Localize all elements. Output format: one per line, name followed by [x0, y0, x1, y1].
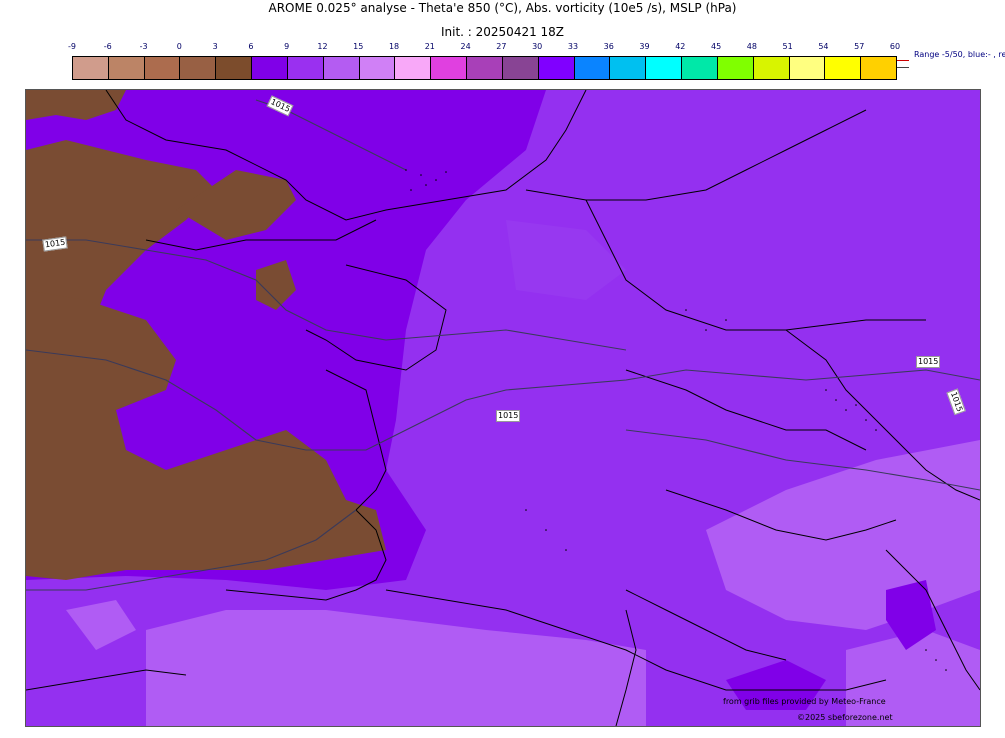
- colorbar-segment: [252, 57, 288, 79]
- colorbar-tick-label: 54: [818, 42, 829, 51]
- colorbar-tick-label: 30: [532, 42, 543, 51]
- isobar-label: 1015: [916, 356, 941, 368]
- colorbar-tick-label: 27: [496, 42, 507, 51]
- colorbar-tick-label: 12: [317, 42, 328, 51]
- colorbar-tick-label: 42: [675, 42, 686, 51]
- colorbar-segment: [574, 57, 611, 79]
- colorbar-segment: [502, 57, 539, 79]
- colorbar-tick-label: 57: [854, 42, 865, 51]
- colorbar-tick-label: 15: [353, 42, 364, 51]
- colorbar-segment: [395, 57, 432, 79]
- colorbar-segment: [108, 57, 145, 79]
- colorbar-segment: [467, 57, 503, 79]
- colorbar-tick-label: 0: [176, 42, 182, 51]
- colorbar-segment: [359, 57, 396, 79]
- colorbar-segment: [861, 57, 897, 79]
- colorbar-tick-label: 9: [284, 42, 290, 51]
- init-time-label: Init. : 20250421 18Z: [440, 25, 565, 39]
- colorbar-tick-label: 24: [460, 42, 471, 51]
- legend-dark-line: [897, 67, 909, 68]
- colorbar: [72, 56, 897, 80]
- colorbar-segment: [180, 57, 217, 79]
- colorbar-tick-label: -3: [139, 42, 148, 51]
- colorbar-segment: [825, 57, 862, 79]
- colorbar-segment: [538, 57, 575, 79]
- colorbar-segment: [789, 57, 826, 79]
- chart-title: AROME 0.025° analyse - Theta'e 850 (°C),…: [268, 1, 737, 15]
- colorbar-tick-label: 60: [889, 42, 901, 51]
- colorbar-tick-label: 45: [710, 42, 722, 51]
- data-source-credit: from grib files provided by Meteo-France: [723, 697, 886, 706]
- colorbar-tick-label: 21: [424, 42, 435, 51]
- colorbar-segment: [73, 57, 109, 79]
- colorbar-tick-label: 18: [388, 42, 400, 51]
- colorbar-ticks: -9 -6 -3 0 3 6 9 12 15 18 21 24 27 30 33 36 39 42 45 48 51 54…: [68, 42, 900, 54]
- copyright-credit: ©2025 sbeforezone.net: [797, 713, 893, 722]
- colorbar-segment: [753, 57, 790, 79]
- colorbar-tick-label: 36: [603, 42, 614, 51]
- colorbar-tick-label: 3: [212, 42, 218, 51]
- colorbar-segment: [216, 57, 253, 79]
- map-canvas: [26, 90, 980, 726]
- colorbar-tick-label: 33: [567, 42, 579, 51]
- colorbar-tick-label: 6: [248, 42, 254, 51]
- isobar-label: 1015: [496, 410, 521, 422]
- colorbar-segment: [323, 57, 360, 79]
- colorbar-segment: [682, 57, 718, 79]
- range-note: Range -5/50, blue:- , red:+: [914, 50, 1005, 59]
- colorbar-tick-label: 39: [639, 42, 650, 51]
- colorbar-tick-label: 51: [782, 42, 793, 51]
- colorbar-segment: [144, 57, 181, 79]
- colorbar-tick-label: -9: [68, 42, 76, 51]
- legend-red-line: [897, 60, 909, 61]
- colorbar-segment: [431, 57, 468, 79]
- colorbar-segment: [717, 57, 754, 79]
- colorbar-segment: [287, 57, 324, 79]
- colorbar-tick-label: 48: [746, 42, 757, 51]
- weather-map: 1015 1015 1015 1015 1015: [25, 89, 981, 727]
- colorbar-segment: [610, 57, 647, 79]
- colorbar-segment: [646, 57, 683, 79]
- colorbar-tick-label: -6: [103, 42, 112, 51]
